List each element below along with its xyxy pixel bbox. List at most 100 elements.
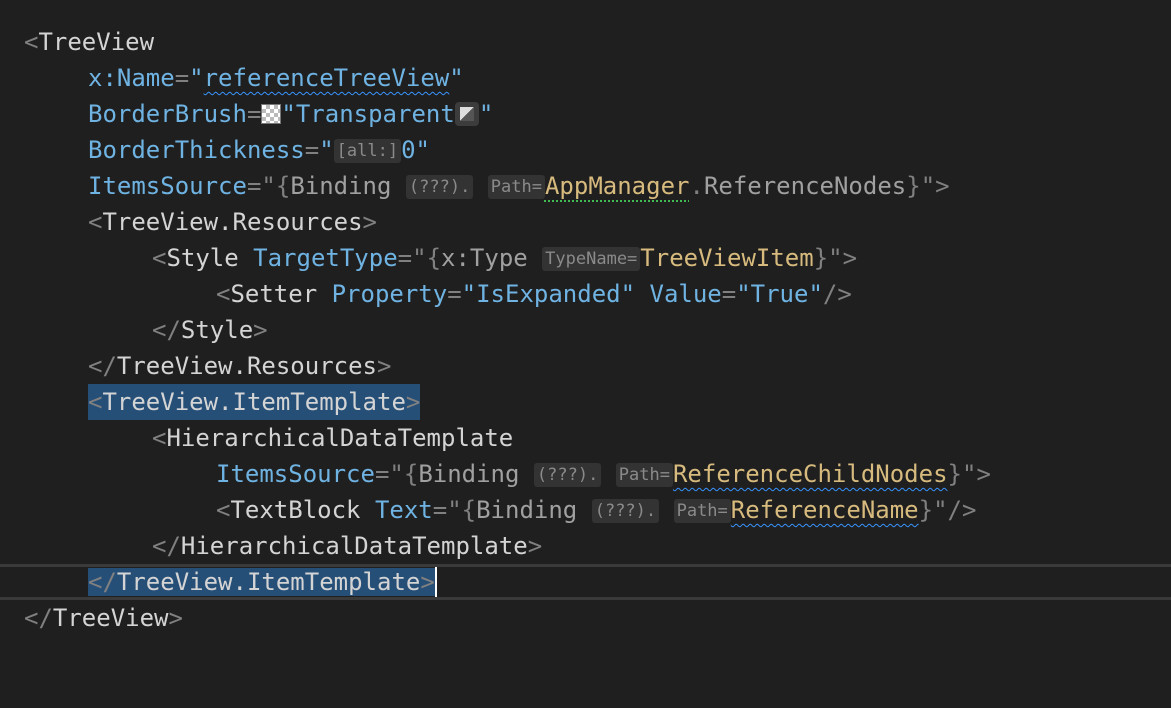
code-line-6[interactable]: <TreeView.Resources> [0,204,1171,240]
brace: } [813,244,829,272]
binding-path: ReferenceNodes [703,172,907,200]
bracket: < [88,388,103,416]
attribute-name: Value [649,280,722,308]
quote: " [261,172,276,200]
code-line-4[interactable]: BorderThickness=" [all:] 0" [0,132,1171,168]
attribute-value: "IsExpanded" [461,280,636,308]
code-line-17[interactable]: </TreeView> [0,600,1171,636]
bracket: > [842,244,858,272]
bracket: </ [152,532,181,560]
equals: = [397,244,413,272]
code-line-11[interactable]: <TreeView.ItemTemplate> [0,384,1171,420]
tag-name: Style [166,244,239,272]
checkerboard-swatch-icon[interactable] [261,104,282,124]
bracket: < [216,496,231,524]
code-line-1[interactable]: <TreeView [0,24,1171,60]
quote: " [933,496,948,524]
equals: = [432,496,448,524]
brace: } [947,460,962,488]
code-line-13[interactable]: ItemsSource="{Binding (???). Path= Refere… [0,456,1171,492]
quote: " [189,64,204,92]
tag-name: TreeView [38,28,155,56]
binding-path: AppManager [544,172,690,200]
attribute-name: ItemsSource [216,460,375,488]
code-line-5[interactable]: ItemsSource="{Binding (???). Path= AppMan… [0,168,1171,204]
markup-extension: Binding [290,172,392,200]
type-name: TreeViewItem [640,244,814,272]
code-line-16[interactable]: </TreeView.ItemTemplate> [0,564,1171,600]
bracket: < [152,244,167,272]
bracket: </ [152,316,181,344]
attribute-name: BorderThickness [88,136,305,164]
attribute-name: TargetType [253,244,398,272]
tag-name: HierarchicalDataTemplate [180,532,528,560]
quote: " [920,172,936,200]
quote: " [449,64,464,92]
bracket: > [405,388,421,416]
brace: } [918,496,934,524]
inlay-hint: Path= [673,499,731,523]
code-line-12[interactable]: <HierarchicalDataTemplate [0,420,1171,456]
inlay-hint: Path= [615,463,673,487]
brace: { [275,172,291,200]
bracket: < [88,208,103,236]
tag-name: TreeView [52,604,169,632]
bracket: > [420,568,435,596]
attribute-name: ItemsSource [88,172,247,200]
equals: = [721,280,737,308]
attribute-name: Property [331,280,448,308]
inlay-hint: (???). [405,175,474,199]
bracket: < [24,28,39,56]
code-line-3[interactable]: BorderBrush= "Transparent " [0,96,1171,132]
bracket: </ [88,352,117,380]
bracket: > [527,532,543,560]
bracket: /> [822,280,852,308]
tag-name: Setter [230,280,318,308]
color-picker-icon[interactable] [454,102,479,126]
tag-name: HierarchicalDataTemplate [166,424,514,452]
bracket: > [976,460,991,488]
bracket: < [216,280,231,308]
bracket: > [253,316,268,344]
quote: " [415,136,430,164]
tag-name: TreeView.ItemTemplate [116,568,421,596]
equals: = [246,100,262,128]
brace: } [906,172,921,200]
quote: " [478,100,494,128]
quote: " [828,244,843,272]
inlay-hint: (???). [533,463,602,487]
attribute-value: Transparent [295,100,455,128]
tag-name: TreeView.Resources [102,208,363,236]
markup-extension: x:Type [441,244,528,272]
code-line-15[interactable]: </HierarchicalDataTemplate> [0,528,1171,564]
bracket: > [168,604,183,632]
brace: { [426,244,442,272]
tag-name: TextBlock [230,496,361,524]
attribute-name: BorderBrush [88,100,247,128]
code-editor[interactable]: <TreeView x:Name="referenceTreeView" Bor… [0,0,1171,652]
equals: = [374,460,390,488]
code-line-2[interactable]: x:Name="referenceTreeView" [0,60,1171,96]
code-line-14[interactable]: <TextBlock Text="{Binding (???). Path= Re… [0,492,1171,528]
inlay-hint: [all:] [333,139,402,163]
code-line-9[interactable]: </Style> [0,312,1171,348]
attribute-value: referenceTreeView [203,64,450,92]
equals: = [174,64,190,92]
quote: " [412,244,427,272]
binding-path: ReferenceName [730,496,919,524]
text-cursor [434,567,437,597]
code-line-8[interactable]: <Setter Property="IsExpanded" Value="Tru… [0,276,1171,312]
bracket: > [377,352,392,380]
quote: " [447,496,462,524]
code-line-7[interactable]: <Style TargetType="{x:Type TypeName= Tree… [0,240,1171,276]
inlay-hint: TypeName= [542,247,641,271]
equals: = [246,172,262,200]
bracket: > [935,172,950,200]
code-line-10[interactable]: </TreeView.Resources> [0,348,1171,384]
binding-path: ReferenceChildNodes [672,460,948,488]
bracket: /> [947,496,977,524]
selection-highlight: </TreeView.ItemTemplate> [88,568,435,596]
equals: = [447,280,462,308]
bracket: </ [24,604,53,632]
attribute-name: Text [374,496,433,524]
